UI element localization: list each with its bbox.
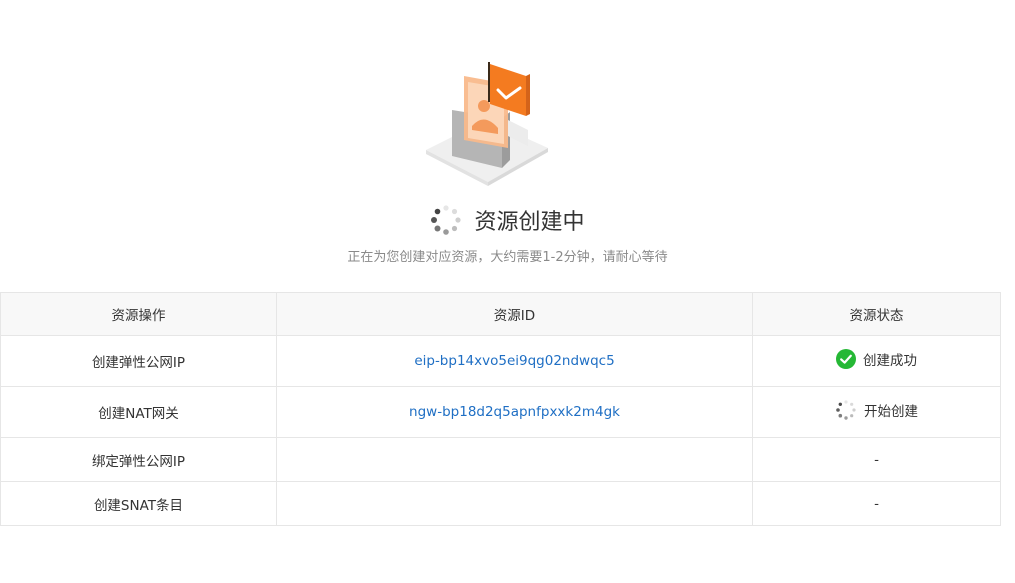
table-row: 绑定弹性公网IP -	[0, 437, 1001, 482]
resource-id-link[interactable]: ngw-bp18d2q5apnfpxxk2m4gk	[409, 404, 620, 420]
cell-operation: 绑定弹性公网IP	[0, 437, 277, 482]
page-title: 资源创建中	[474, 210, 585, 235]
status-text: 开始创建	[864, 404, 918, 420]
status-badge: 创建成功	[836, 349, 917, 369]
creation-status-header: 资源创建中	[0, 203, 1015, 237]
table-row: 创建SNAT条目 -	[0, 481, 1001, 526]
cell-status: 开始创建	[752, 386, 1001, 438]
cell-operation: 创建弹性公网IP	[0, 335, 277, 387]
resource-table: 资源操作 资源ID 资源状态 创建弹性公网IP eip-bp14xvo5ei9q…	[0, 292, 1001, 526]
cell-operation: 创建NAT网关	[0, 386, 277, 438]
resource-id-link[interactable]: eip-bp14xvo5ei9qg02ndwqc5	[414, 353, 614, 369]
table-header-row: 资源操作 资源ID 资源状态	[0, 292, 1001, 336]
cell-status: -	[752, 481, 1001, 526]
cell-status: -	[752, 437, 1001, 482]
check-circle-icon	[836, 349, 856, 369]
cell-operation: 创建SNAT条目	[0, 481, 277, 526]
spinner-icon	[836, 400, 856, 420]
status-badge: 开始创建	[835, 399, 918, 421]
status-text: 创建成功	[863, 353, 917, 369]
document-check-illustration-icon	[426, 62, 548, 186]
cell-status: 创建成功	[752, 335, 1001, 387]
table-row: 创建弹性公网IP eip-bp14xvo5ei9qg02ndwqc5 创建成功	[0, 335, 1001, 387]
column-header-status: 资源状态	[752, 292, 1001, 336]
table-row: 创建NAT网关 ngw-bp18d2q5apnfpxxk2m4gk 开始创建	[0, 386, 1001, 438]
cell-resource-id: eip-bp14xvo5ei9qg02ndwqc5	[276, 335, 753, 387]
loading-spinner-icon	[431, 205, 462, 235]
column-header-operation: 资源操作	[0, 292, 277, 336]
column-header-resource-id: 资源ID	[276, 292, 753, 336]
resource-illustration	[418, 60, 558, 190]
cell-resource-id	[276, 437, 753, 482]
cell-resource-id: ngw-bp18d2q5apnfpxxk2m4gk	[276, 386, 753, 438]
cell-resource-id	[276, 481, 753, 526]
page-subtitle: 正在为您创建对应资源，大约需要1-2分钟，请耐心等待	[347, 250, 668, 265]
